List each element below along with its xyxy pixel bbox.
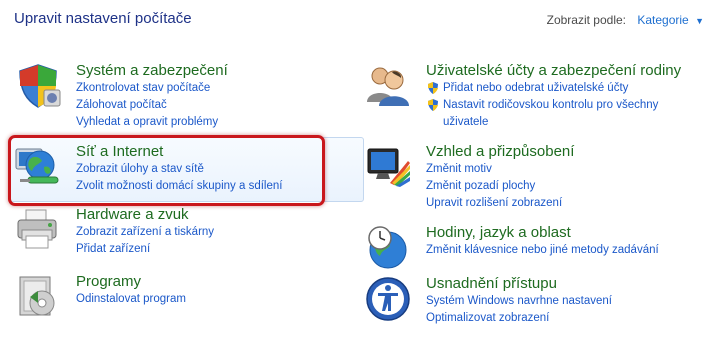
category-title[interactable]: Usnadnění přístupu — [426, 275, 612, 293]
accessibility-icon[interactable] — [364, 275, 412, 323]
link[interactable]: Systém Windows navrhne nastavení — [426, 293, 612, 310]
link[interactable]: Změnit pozadí plochy — [426, 178, 574, 195]
monitor-appearance-icon[interactable] — [364, 143, 412, 191]
view-by: Zobrazit podle: Kategorie ▼ — [547, 13, 704, 27]
link-row: Nastavit rodičovskou kontrolu pro všechn… — [426, 97, 681, 131]
link[interactable]: Optimalizovat zobrazení — [426, 310, 612, 327]
link[interactable]: uživatele — [443, 114, 658, 131]
category-title[interactable]: Vzhled a přizpůsobení — [426, 143, 574, 161]
link[interactable]: Změnit klávesnice nebo jiné metody zadáv… — [426, 242, 659, 259]
programs-icon[interactable] — [14, 273, 62, 321]
view-by-dropdown[interactable]: Kategorie — [637, 13, 688, 27]
link[interactable]: Vyhledat a opravit problémy — [76, 114, 228, 131]
link[interactable]: Zkontrolovat stav počítače — [76, 80, 228, 97]
link-row: Přidat nebo odebrat uživatelské účty — [426, 80, 681, 97]
link[interactable]: Přidat nebo odebrat uživatelské účty — [443, 80, 628, 97]
link[interactable]: Změnit motiv — [426, 161, 574, 178]
shield-icon[interactable] — [14, 62, 62, 110]
link[interactable]: Odinstalovat program — [76, 291, 186, 308]
chevron-down-icon[interactable]: ▼ — [695, 16, 704, 26]
uac-shield-icon — [428, 82, 438, 94]
link[interactable]: Přidat zařízení — [76, 241, 214, 258]
page-title: Upravit nastavení počítače — [14, 10, 192, 27]
link[interactable]: Zálohovat počítač — [76, 97, 228, 114]
users-icon[interactable] — [364, 62, 412, 110]
category-title[interactable]: Uživatelské účty a zabezpečení rodiny — [426, 62, 681, 80]
category-title[interactable]: Systém a zabezpečení — [76, 62, 228, 80]
category-title[interactable]: Hodiny, jazyk a oblast — [426, 224, 659, 242]
category-title[interactable]: Hardware a zvuk — [76, 206, 214, 224]
link[interactable]: Nastavit rodičovskou kontrolu pro všechn… — [443, 97, 658, 114]
red-highlight-frame — [8, 135, 325, 206]
category-title[interactable]: Programy — [76, 273, 186, 291]
printer-icon[interactable] — [14, 206, 62, 254]
clock-globe-icon[interactable] — [364, 224, 412, 272]
uac-shield-icon — [428, 99, 438, 111]
view-by-label: Zobrazit podle: — [546, 13, 627, 27]
link[interactable]: Zobrazit zařízení a tiskárny — [76, 224, 214, 241]
link[interactable]: Upravit rozlišení zobrazení — [426, 195, 574, 212]
